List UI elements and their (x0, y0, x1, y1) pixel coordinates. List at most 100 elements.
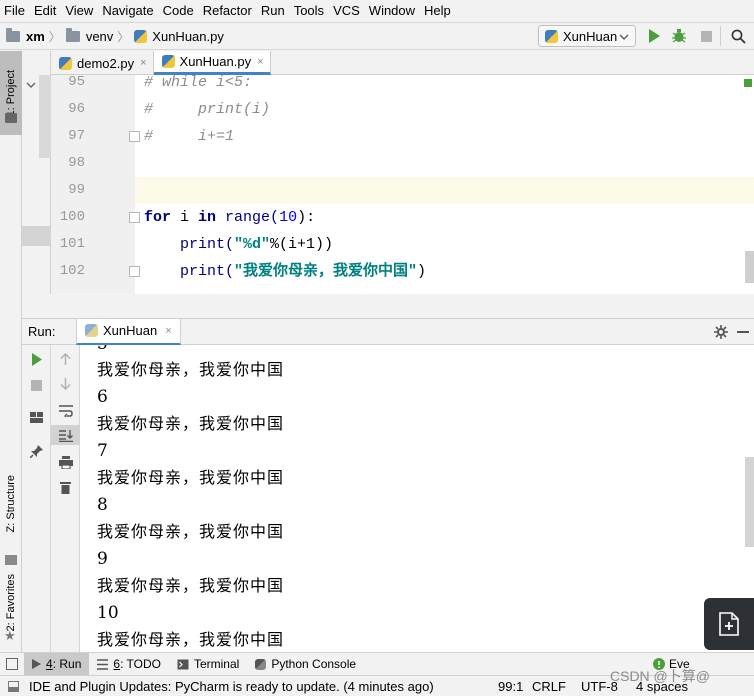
line-number: 102 (59, 263, 85, 279)
tool-tab-terminal[interactable]: Terminal (169, 653, 247, 676)
breadcrumb-separator-icon: 〉 (48, 29, 61, 44)
caret-position[interactable]: 99:1 (498, 679, 523, 694)
editor-scrollbar[interactable] (745, 251, 754, 283)
python-file-icon (161, 55, 175, 68)
code-text: print("我爱你母亲，我爱你中国") (144, 258, 426, 285)
editor-tab-xunhuan[interactable]: XunHuan.py × (153, 51, 271, 75)
menu-window[interactable]: Window (365, 0, 419, 22)
menu-view[interactable]: View (61, 0, 97, 22)
editor-tab-label: XunHuan.py (179, 54, 252, 69)
tool-tab-structure[interactable]: Z: Structure (0, 456, 22, 551)
code-line: 98 (51, 150, 754, 177)
menu-file[interactable]: File (0, 0, 29, 22)
fold-marker-icon[interactable] (129, 212, 140, 223)
menu-vcs[interactable]: VCS (329, 0, 364, 22)
line-number: 95 (68, 75, 85, 90)
menu-refactor[interactable]: Refactor (199, 0, 256, 22)
close-icon[interactable]: × (140, 57, 146, 69)
menu-code[interactable]: Code (159, 0, 198, 22)
code-number: 10 (279, 209, 298, 226)
stop-icon (31, 379, 42, 391)
editor-tab-demo2[interactable]: demo2.py × (51, 51, 154, 75)
line-separator[interactable]: CRLF (532, 679, 566, 694)
code-keyword: in (198, 209, 217, 226)
code-line: 95 # while i<5: (51, 75, 754, 96)
clear-all-button[interactable] (51, 477, 80, 497)
project-tree-selected-row (22, 226, 51, 246)
breadcrumb-project[interactable]: xm (0, 23, 45, 49)
menu-edit[interactable]: Edit (30, 0, 60, 22)
line-number: 100 (59, 209, 85, 225)
tool-tab-structure-label: Z: Structure (5, 474, 17, 533)
inspection-ok-icon[interactable] (744, 79, 752, 87)
run-tab-xunhuan[interactable]: XunHuan × (76, 318, 181, 345)
run-button[interactable] (644, 26, 664, 46)
menu-help[interactable]: Help (420, 0, 455, 22)
code-string: "我爱你母亲，我爱你中国" (234, 263, 418, 280)
soft-wrap-button[interactable] (51, 401, 80, 421)
rerun-button[interactable] (22, 349, 51, 369)
tool-tab-python-console[interactable]: Python Console (247, 653, 364, 676)
panel-toggle-icon[interactable] (6, 658, 18, 670)
scroll-to-end-button[interactable] (51, 425, 80, 445)
layout-icon (30, 411, 43, 423)
search-icon (731, 29, 746, 44)
tool-tab-run[interactable]: 4: Run (24, 652, 90, 676)
run-icon (32, 659, 41, 669)
close-icon[interactable]: × (257, 56, 263, 68)
menu-navigate[interactable]: Navigate (98, 0, 157, 22)
fold-marker-icon[interactable] (129, 131, 140, 142)
console-line: 我爱你母亲，我爱你中国 (97, 522, 285, 541)
code-text: for i in range(10): (144, 204, 315, 231)
console-line: 我爱你母亲，我爱你中国 (97, 360, 285, 379)
status-panel-icon[interactable] (8, 680, 19, 692)
arrow-down-icon (60, 378, 71, 390)
menu-tools[interactable]: Tools (290, 0, 328, 22)
fold-marker-icon[interactable] (129, 266, 140, 277)
breadcrumb-file[interactable]: XunHuan.py (134, 23, 224, 49)
line-number: 97 (68, 128, 85, 144)
stop-button[interactable] (696, 26, 716, 46)
toolbar-separator (720, 26, 721, 46)
run-configuration-select[interactable]: XunHuan (538, 25, 636, 47)
minimize-icon[interactable] (737, 331, 749, 333)
status-message[interactable]: IDE and Plugin Updates: PyCharm is ready… (29, 679, 434, 694)
tool-tab-mnemonic: 6 (113, 657, 121, 671)
pin-button[interactable] (22, 441, 51, 461)
layout-button[interactable] (22, 407, 51, 427)
console-line: 9 (97, 549, 108, 569)
close-icon[interactable]: × (165, 325, 171, 337)
gear-icon[interactable] (714, 325, 728, 339)
search-everywhere-button[interactable] (728, 26, 748, 46)
panel-splitter[interactable] (22, 294, 754, 319)
code-punctuation: ): (297, 209, 316, 226)
menu-run[interactable]: Run (257, 0, 289, 22)
breadcrumb-folder[interactable]: venv (65, 23, 113, 49)
run-panel-label: Run: (28, 324, 56, 339)
console-line: 我爱你母亲，我爱你中国 (97, 468, 285, 487)
code-line: 100 for i in range(10): (51, 204, 754, 231)
print-button[interactable] (51, 452, 80, 472)
console-output[interactable]: 5 我爱你母亲，我爱你中国 6 我爱你母亲，我爱你中国 7 我爱你母亲，我爱你中… (80, 345, 754, 652)
run-toolbar-secondary (51, 345, 80, 652)
trash-icon (60, 481, 71, 494)
tool-tab-label: Python Console (271, 657, 357, 671)
console-line: 7 (97, 441, 108, 461)
tool-tab-todo[interactable]: 6: TODO (89, 653, 169, 676)
console-line: 我爱你母亲，我爱你中国 (97, 576, 285, 595)
chevron-down-icon[interactable] (26, 82, 36, 88)
breadcrumb-project-label: xm (26, 28, 45, 44)
debug-button[interactable] (669, 26, 689, 46)
pin-icon (30, 444, 43, 458)
console-scrollbar[interactable] (745, 457, 754, 547)
stop-button[interactable] (22, 375, 51, 395)
code-line: 102 print("我爱你母亲，我爱你中国") (51, 258, 754, 285)
code-line-current: 99 (51, 177, 754, 204)
bug-icon (672, 29, 686, 43)
code-identifier: i (171, 209, 199, 226)
scroll-up-button[interactable] (51, 349, 80, 369)
new-file-floating-button[interactable] (704, 598, 754, 650)
scroll-down-button[interactable] (51, 374, 80, 394)
code-editor[interactable]: 95 # while i<5: 96 # print(i) 97 # i+=1 … (51, 75, 754, 294)
